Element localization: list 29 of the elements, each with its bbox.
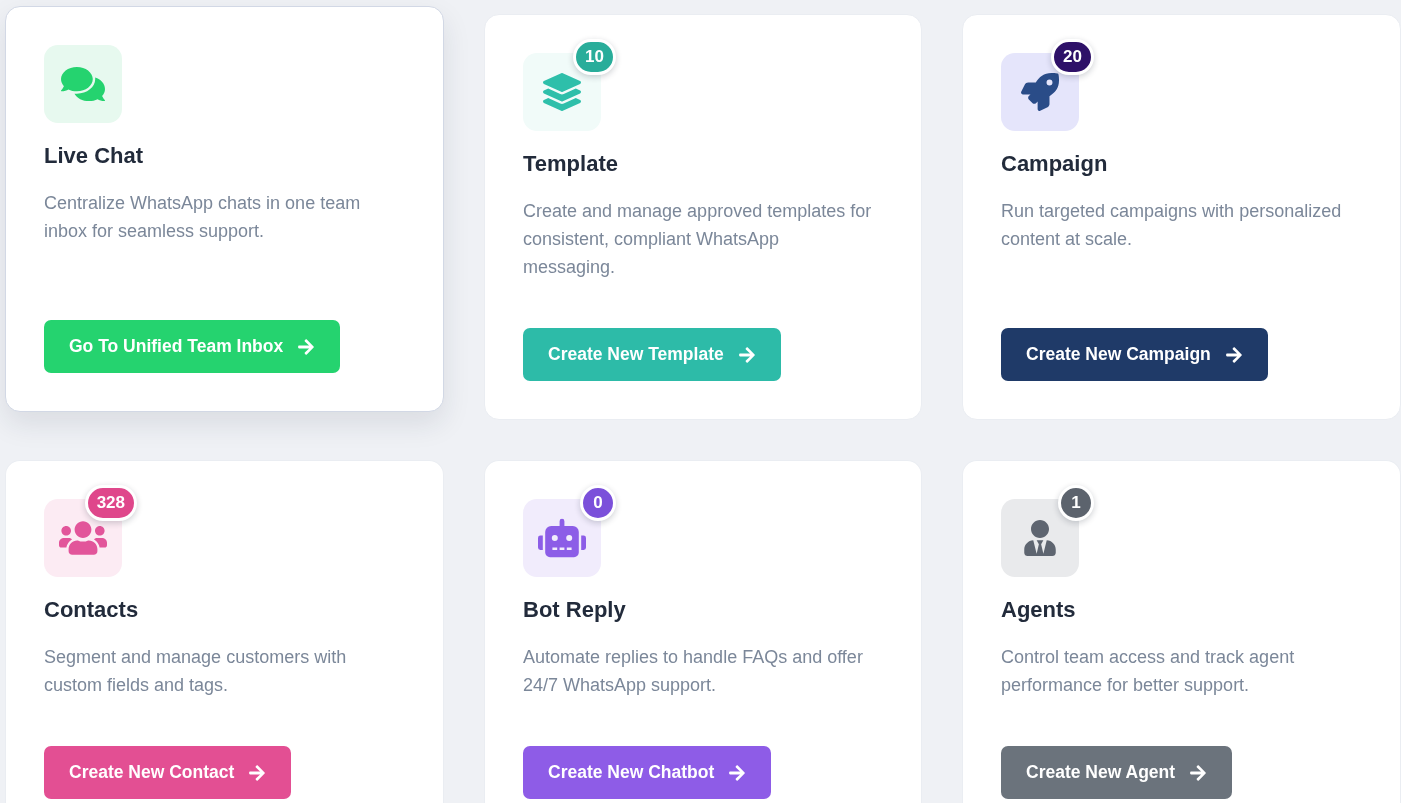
count-badge: 20 <box>1051 39 1094 75</box>
arrow-right-icon <box>248 763 267 782</box>
action-button[interactable]: Create New Contact <box>44 746 292 799</box>
arrow-right-icon <box>297 337 316 356</box>
card-description: Automate replies to handle FAQs and offer 24/7 WhatsApp support. <box>523 646 864 697</box>
card-title: Template <box>523 151 618 177</box>
card-title: Live Chat <box>44 143 144 169</box>
chat-bubbles-icon <box>44 45 122 123</box>
action-button[interactable]: Create New Agent <box>1001 746 1233 799</box>
card-description: Centralize WhatsApp chats in one team inbox for seamless support. <box>44 192 362 243</box>
arrow-right-icon <box>1189 763 1208 782</box>
card-description: Create and manage approved templates for consistent, compliant WhatsApp messaging. <box>523 200 873 279</box>
card-description: Segment and manage customers with custom fields and tags. <box>44 646 348 697</box>
card-title: Agents <box>1001 597 1076 623</box>
action-button[interactable]: Create New Campaign <box>1001 328 1268 381</box>
count-badge: 0 <box>580 485 616 521</box>
arrow-right-icon <box>728 763 747 782</box>
action-button[interactable]: Create New Template <box>523 328 781 381</box>
arrow-right-icon <box>1224 345 1243 364</box>
count-badge: 328 <box>84 485 137 521</box>
count-badge: 10 <box>573 39 616 75</box>
action-button[interactable]: Create New Chatbot <box>523 746 772 799</box>
card-title: Bot Reply <box>523 597 626 623</box>
card-description: Run targeted campaigns with personalized content at scale. <box>1001 200 1343 251</box>
card-description: Control team access and track agent performance for better support. <box>1001 646 1296 697</box>
count-badge: 1 <box>1058 485 1094 521</box>
arrow-right-icon <box>737 345 756 364</box>
card-title: Campaign <box>1001 151 1108 177</box>
card-title: Contacts <box>44 597 139 623</box>
